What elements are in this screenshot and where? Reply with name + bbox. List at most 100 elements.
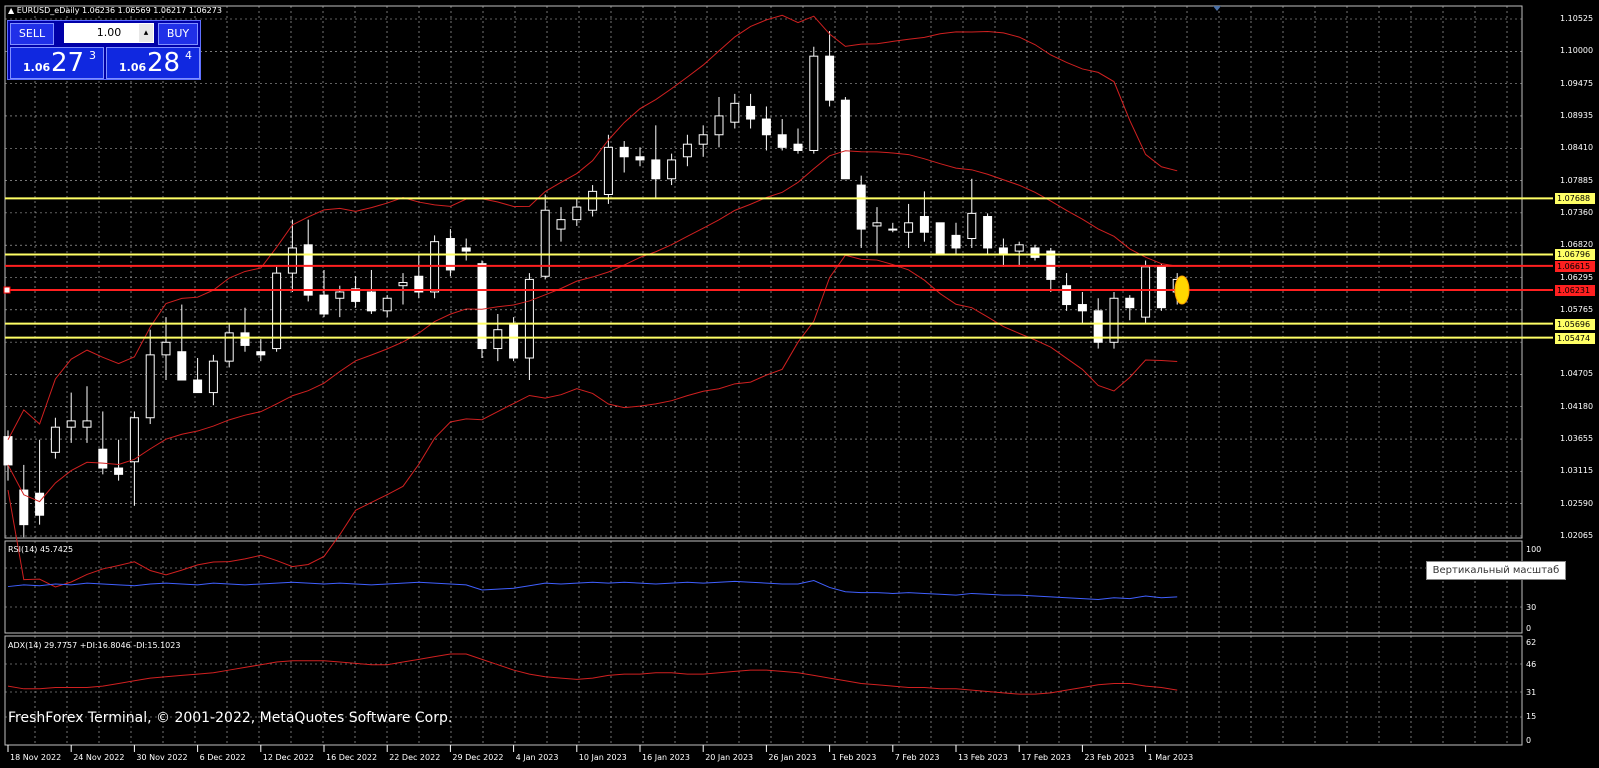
- bullish-candle: [129, 417, 139, 463]
- adx-axis-tick: 46: [1526, 660, 1537, 669]
- ask-quote[interactable]: 1.06 28 4: [106, 47, 200, 79]
- price-axis-tick: 1.02590: [1560, 498, 1594, 508]
- bearish-candle: [256, 351, 266, 356]
- date-axis-tick: 12 Dec 2022: [262, 753, 314, 762]
- bullish-candle: [382, 297, 392, 312]
- chart-shift-icon: [1213, 6, 1221, 11]
- bearish-candle: [1156, 266, 1166, 309]
- bullish-candle: [698, 134, 708, 145]
- bullish-candle: [161, 341, 171, 356]
- bullish-candle: [667, 159, 677, 180]
- ask-pips: 28: [147, 48, 181, 78]
- date-axis-tick: 30 Nov 2022: [136, 753, 188, 762]
- bullish-candle: [524, 278, 534, 359]
- copyright-watermark: FreshForex Terminal, © 2001-2022, MetaQu…: [8, 710, 453, 726]
- date-axis-tick: 1 Mar 2023: [1147, 753, 1194, 762]
- date-axis-tick: 20 Jan 2023: [705, 753, 754, 762]
- bullish-candle: [398, 282, 408, 287]
- bearish-candle: [35, 492, 45, 516]
- date-axis-tick: 22 Dec 2022: [389, 753, 441, 762]
- adx-axis-tick: 15: [1526, 712, 1537, 721]
- bearish-candle: [1077, 304, 1087, 312]
- adx-axis-tick: 31: [1526, 688, 1537, 697]
- bearish-candle: [98, 448, 108, 469]
- bearish-candle: [1030, 247, 1040, 258]
- ask-fraction: 4: [185, 49, 192, 62]
- rsi-axis-tick: 30: [1526, 603, 1537, 612]
- bid-prefix: 1.06: [23, 61, 51, 74]
- current-price-marker: [1174, 275, 1190, 305]
- bullish-candle: [904, 222, 914, 233]
- bearish-candle: [1125, 297, 1135, 309]
- date-axis-tick: 24 Nov 2022: [73, 753, 125, 762]
- bearish-candle: [177, 351, 187, 381]
- bearish-candle: [856, 184, 866, 230]
- bid-quote[interactable]: 1.06 27 3: [10, 47, 104, 79]
- date-axis-tick: 6 Dec 2022: [199, 753, 246, 762]
- bearish-candle: [825, 55, 835, 101]
- bearish-candle: [983, 216, 993, 249]
- price-axis-tick: 1.03115: [1560, 466, 1594, 476]
- chart-canvas[interactable]: [0, 0, 1599, 764]
- bearish-candle: [319, 294, 329, 315]
- bearish-candle: [303, 244, 313, 296]
- bullish-candle: [888, 228, 898, 231]
- bid-fraction: 3: [89, 49, 96, 62]
- bearish-candle: [461, 247, 471, 252]
- price-axis-tick: 1.06295: [1560, 272, 1594, 282]
- bullish-candle: [335, 291, 345, 299]
- bullish-candle: [809, 55, 819, 151]
- bullish-candle: [1141, 266, 1151, 318]
- price-level-tag: 1.05474: [1555, 332, 1595, 344]
- price-level-tag: 1.06231: [1555, 285, 1595, 297]
- rsi-axis-tick: 70: [1526, 565, 1537, 574]
- price-level-tag: 1.06615: [1555, 260, 1595, 272]
- bearish-candle: [793, 143, 803, 151]
- bearish-candle: [746, 105, 756, 120]
- price-axis-tick: 1.08410: [1560, 143, 1594, 153]
- bullish-candle: [145, 354, 155, 419]
- date-axis-tick: 29 Dec 2022: [452, 753, 504, 762]
- bearish-candle: [998, 247, 1008, 255]
- bullish-candle: [493, 329, 503, 350]
- bearish-candle: [114, 467, 124, 475]
- price-axis-tick: 1.08935: [1560, 110, 1594, 120]
- bearish-candle: [635, 156, 645, 161]
- triangle-up-icon: ▴: [143, 28, 149, 38]
- adx-line: [7, 653, 1178, 695]
- bullish-candle: [1014, 244, 1024, 252]
- bearish-candle: [240, 332, 250, 346]
- rsi-axis-tick: 0: [1526, 624, 1532, 633]
- price-level-tag: 1.06796: [1555, 249, 1595, 261]
- bullish-candle: [714, 115, 724, 136]
- price-axis-tick: 1.04705: [1560, 369, 1594, 379]
- price-axis-tick: 1.06820: [1560, 240, 1594, 250]
- price-axis-tick: 1.03655: [1560, 434, 1594, 444]
- symbol-info: ▲ EURUSD_eDaily 1.06236 1.06569 1.06217 …: [8, 6, 222, 15]
- volume-increment-button[interactable]: ▴: [139, 24, 153, 42]
- sell-button[interactable]: SELL: [10, 23, 54, 45]
- collapse-arrow-icon[interactable]: ▲: [8, 6, 14, 15]
- price-axis-tick: 1.02065: [1560, 531, 1594, 540]
- bullish-candle: [588, 190, 598, 211]
- price-level-tag: 1.07688: [1555, 193, 1595, 205]
- date-axis-tick: 26 Jan 2023: [768, 753, 817, 762]
- price-axis-tick: 1.04180: [1560, 401, 1594, 411]
- bearish-candle: [777, 134, 787, 148]
- ask-prefix: 1.06: [119, 61, 147, 74]
- bullish-candle: [603, 146, 613, 196]
- bearish-candle: [3, 436, 13, 466]
- bearish-candle: [477, 263, 487, 350]
- bullish-candle: [287, 247, 297, 274]
- bullish-candle: [556, 219, 566, 230]
- bullish-candle: [82, 420, 92, 428]
- buy-button[interactable]: BUY: [158, 23, 198, 45]
- bullish-candle: [572, 206, 582, 221]
- price-axis-tick: 1.07885: [1560, 175, 1594, 185]
- date-axis-tick: 7 Feb 2023: [894, 753, 940, 762]
- date-axis-tick: 4 Jan 2023: [515, 753, 559, 762]
- rsi-indicator-label: RSI(14) 45.7425: [8, 545, 74, 554]
- price-axis-tick: 1.10000: [1560, 46, 1594, 56]
- date-axis-tick: 18 Nov 2022: [10, 753, 62, 762]
- bullish-candle: [66, 420, 76, 428]
